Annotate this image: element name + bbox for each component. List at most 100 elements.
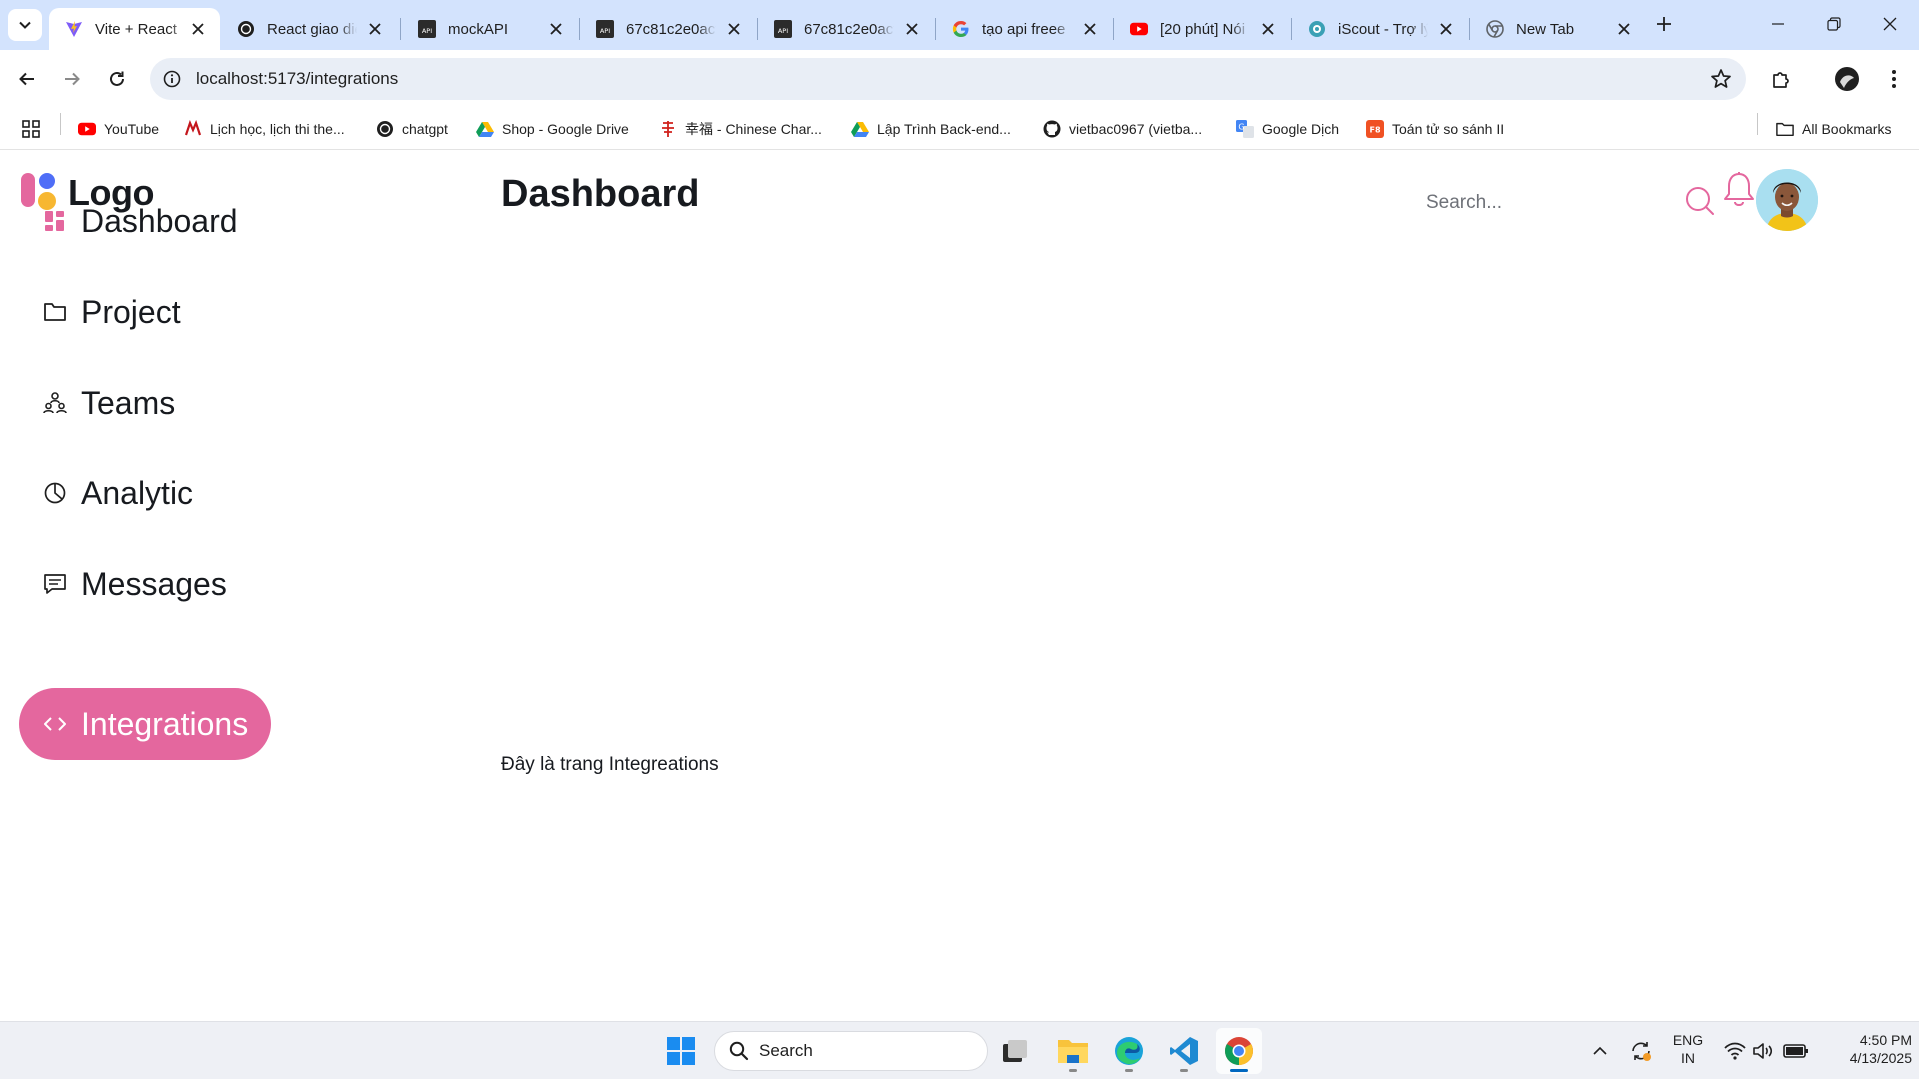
close-icon[interactable] (546, 19, 566, 39)
close-icon[interactable] (902, 19, 922, 39)
sidebar-item-label: Project (81, 293, 181, 330)
sidebar-item-label: Teams (81, 384, 176, 421)
tab-title: Vite + React (95, 20, 177, 38)
reload-button[interactable] (100, 62, 134, 96)
site-info-icon[interactable] (162, 69, 182, 89)
close-icon[interactable] (1258, 19, 1278, 39)
browser-tab[interactable]: React giao diện (221, 8, 397, 50)
extensions-button[interactable] (1764, 62, 1798, 96)
browser-toolbar: localhost:5173/integrations (0, 50, 1919, 108)
youtube-icon (1130, 20, 1148, 38)
youtube-icon (78, 120, 96, 138)
message-icon (43, 572, 67, 596)
search-icon (729, 1041, 749, 1061)
avatar[interactable] (1756, 169, 1818, 231)
volume-button[interactable] (1748, 1036, 1778, 1066)
grid-icon (43, 209, 67, 233)
close-icon[interactable] (724, 19, 744, 39)
svg-text:API: API (600, 27, 610, 35)
search-icon[interactable] (1684, 185, 1716, 217)
sidebar-item-messages[interactable]: Messages (19, 548, 271, 620)
sidebar-item-dashboard[interactable]: Dashboard (19, 185, 271, 257)
profile-button[interactable] (1830, 62, 1864, 96)
network-button[interactable] (1720, 1036, 1750, 1066)
tab-title: React giao diện (267, 20, 357, 38)
sync-icon (1632, 1042, 1651, 1061)
taskbar: Search ENG IN 4:50 PM 4/13/2025 (0, 1021, 1919, 1079)
close-window-button[interactable] (1862, 0, 1918, 48)
taskbar-app-chrome[interactable] (1216, 1028, 1262, 1074)
browser-tab[interactable]: Vite + React (49, 8, 220, 50)
tab-search-button[interactable] (8, 9, 42, 41)
show-hidden-icons-button[interactable] (1590, 1036, 1610, 1066)
browser-tab[interactable]: [20 phút] Nói (1114, 8, 1290, 50)
puzzle-icon (1773, 72, 1789, 88)
close-icon[interactable] (365, 19, 385, 39)
back-button[interactable] (10, 62, 44, 96)
browser-tab[interactable]: API 67c81c2e0acf98d (758, 8, 934, 50)
bookmark-schedule[interactable]: Lịch học, lịch thi the... (184, 116, 345, 142)
input-language[interactable]: ENG IN (1670, 1031, 1706, 1067)
tab-title: 67c81c2e0acf98d (804, 20, 894, 38)
header-search[interactable] (1420, 181, 1720, 225)
tab-title: New Tab (1516, 20, 1575, 38)
browser-tab[interactable]: API 67c81c2e0acf98d (580, 8, 756, 50)
browser-tab[interactable]: iScout - Trợ lý (1292, 8, 1468, 50)
bookmark-youtube[interactable]: YouTube (78, 116, 159, 142)
close-icon[interactable] (1614, 19, 1634, 39)
taskbar-search[interactable]: Search (714, 1031, 988, 1071)
bookmark-chinese-char[interactable]: 幸福 - Chinese Char... (659, 116, 822, 142)
forward-button[interactable] (55, 62, 89, 96)
mockapi-icon: API (418, 20, 436, 38)
restore-button[interactable] (1806, 0, 1862, 48)
restore-icon (1827, 17, 1841, 31)
close-icon[interactable] (1080, 19, 1100, 39)
star-icon[interactable] (1710, 68, 1732, 90)
taskbar-app-task-view[interactable] (992, 1028, 1038, 1074)
sidebar-item-teams[interactable]: Teams (19, 367, 271, 439)
bell-icon[interactable] (1722, 171, 1756, 209)
pie-chart-icon (43, 481, 67, 505)
chrome-icon (1486, 20, 1504, 38)
menu-button[interactable] (1877, 62, 1911, 96)
code-icon (43, 712, 67, 736)
apps-button[interactable] (22, 116, 40, 142)
bookmark-label: 幸福 - Chinese Char... (685, 121, 822, 137)
drive-icon (476, 120, 494, 138)
github-icon (1043, 120, 1061, 138)
bookmark-drive-shop[interactable]: Shop - Google Drive (476, 116, 629, 142)
battery-button[interactable] (1780, 1036, 1812, 1066)
battery-icon (1783, 1044, 1808, 1058)
all-bookmarks-button[interactable]: All Bookmarks (1776, 116, 1891, 142)
tab-separator (400, 18, 401, 40)
clock[interactable]: 4:50 PM 4/13/2025 (1820, 1031, 1912, 1067)
taskbar-app-vscode[interactable] (1161, 1028, 1207, 1074)
sidebar-item-analytic[interactable]: Analytic (19, 457, 271, 529)
search-input[interactable] (1420, 192, 1660, 214)
bookmark-github[interactable]: vietbac0967 (vietba... (1043, 116, 1202, 142)
tab-title: mockAPI (448, 20, 509, 38)
page-title: Dashboard (501, 173, 700, 215)
address-bar[interactable]: localhost:5173/integrations (150, 58, 1746, 100)
browser-tab[interactable]: API mockAPI (402, 8, 578, 50)
sidebar-item-project[interactable]: Project (19, 276, 271, 348)
close-icon[interactable] (188, 19, 208, 39)
chevron-down-icon (19, 21, 31, 29)
taskbar-app-edge[interactable] (1106, 1028, 1152, 1074)
bookmark-f8[interactable]: F8 Toán tử so sánh II (1366, 116, 1504, 142)
close-icon[interactable] (1436, 19, 1456, 39)
bookmark-google-translate[interactable]: G Google Dịch (1236, 116, 1339, 142)
tab-title: tạo api freee (982, 20, 1066, 38)
integrations-page-text: Đây là trang Integreations (501, 754, 719, 775)
bookmark-chatgpt[interactable]: chatgpt (376, 116, 448, 142)
browser-tab[interactable]: New Tab (1470, 8, 1646, 50)
browser-tab[interactable]: tạo api freee (936, 8, 1112, 50)
new-tab-button[interactable] (1650, 10, 1678, 38)
url-text[interactable]: localhost:5173/integrations (196, 69, 398, 89)
sync-tray-button[interactable] (1626, 1036, 1656, 1066)
taskbar-app-file-explorer[interactable] (1050, 1028, 1096, 1074)
bookmark-backend[interactable]: Lập Trình Back-end... (851, 116, 1011, 142)
sidebar-item-integrations[interactable]: Integrations (19, 688, 271, 760)
minimize-button[interactable] (1750, 0, 1806, 48)
start-button[interactable] (658, 1028, 704, 1074)
